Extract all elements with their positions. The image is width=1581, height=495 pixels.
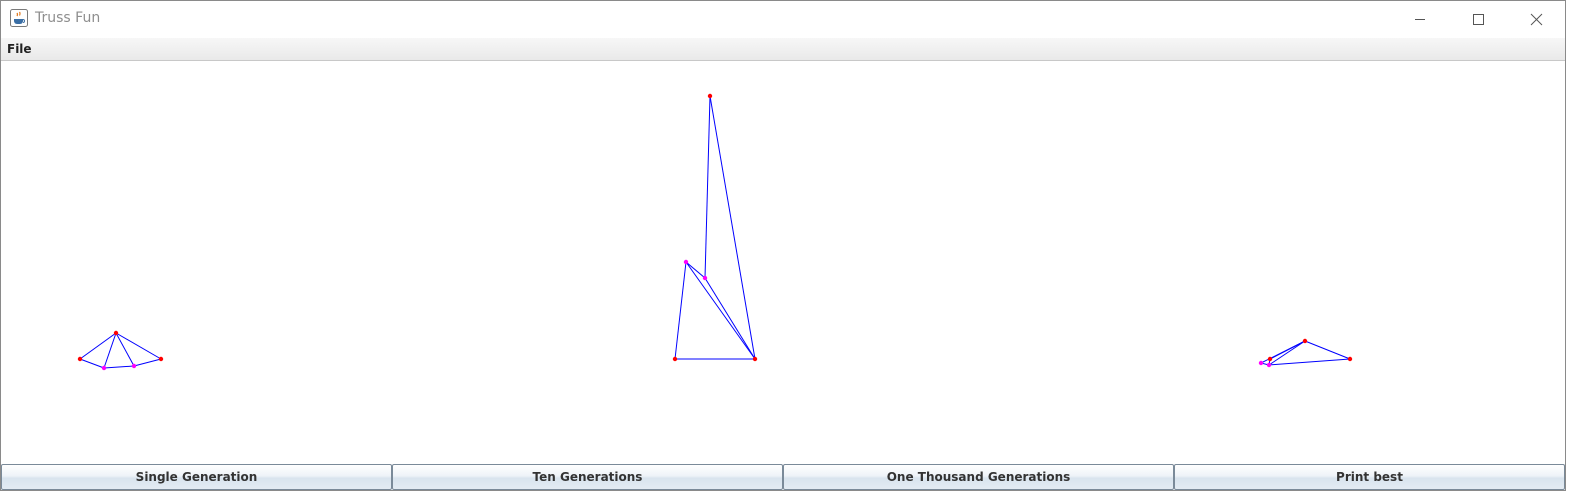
truss-member — [103, 365, 135, 369]
fixed-node — [672, 356, 678, 362]
truss-member — [704, 95, 711, 279]
truss-member — [1304, 340, 1351, 360]
single-generation-button[interactable]: Single Generation — [1, 464, 392, 490]
fixed-node — [752, 356, 758, 362]
fixed-node — [707, 93, 713, 99]
fixed-node — [113, 330, 119, 336]
close-icon — [1530, 13, 1543, 26]
generation-button-bar: Single Generation Ten Generations One Th… — [1, 464, 1565, 490]
free-node — [702, 275, 708, 281]
minimize-button[interactable] — [1391, 1, 1449, 38]
window-title: Truss Fun — [35, 10, 101, 26]
truss-member — [133, 358, 162, 367]
close-button[interactable] — [1507, 1, 1565, 38]
truss-right — [1258, 338, 1353, 368]
maximize-icon — [1473, 14, 1484, 25]
java-coffee-icon[interactable] — [10, 9, 28, 27]
menu-file[interactable]: File — [7, 42, 32, 56]
free-node — [101, 365, 107, 371]
truss-member — [1269, 340, 1306, 360]
truss-center-members — [674, 95, 756, 360]
one-thousand-generations-button[interactable]: One Thousand Generations — [783, 464, 1174, 490]
truss-member — [79, 332, 117, 360]
title-bar[interactable]: Truss Fun — [1, 1, 1565, 38]
free-node — [131, 363, 137, 369]
menu-bar: File — [1, 38, 1565, 61]
app-window: Truss Fun File Single Generation Ten Gen… — [0, 0, 1566, 491]
truss-right-members — [1260, 340, 1351, 366]
truss-left-members — [79, 332, 162, 369]
free-node — [1258, 360, 1264, 366]
truss-member — [704, 277, 756, 360]
truss-member — [103, 332, 117, 369]
truss-canvas[interactable] — [1, 61, 1565, 464]
fixed-node — [1347, 356, 1353, 362]
fixed-node — [77, 356, 83, 362]
fixed-node — [1267, 356, 1273, 362]
truss-member — [674, 261, 687, 360]
truss-center — [672, 93, 758, 362]
truss-left — [77, 330, 164, 371]
truss-member — [1268, 358, 1351, 366]
print-best-button[interactable]: Print best — [1174, 464, 1565, 490]
truss-member — [685, 261, 756, 360]
maximize-button[interactable] — [1449, 1, 1507, 38]
fixed-node — [1302, 338, 1308, 344]
fixed-node — [158, 356, 164, 362]
free-node — [683, 259, 689, 265]
free-node — [1266, 362, 1272, 368]
truss-member — [79, 358, 105, 369]
ten-generations-button[interactable]: Ten Generations — [392, 464, 783, 490]
truss-member — [1268, 340, 1306, 366]
minimize-icon — [1415, 19, 1425, 20]
truss-member — [709, 95, 756, 360]
